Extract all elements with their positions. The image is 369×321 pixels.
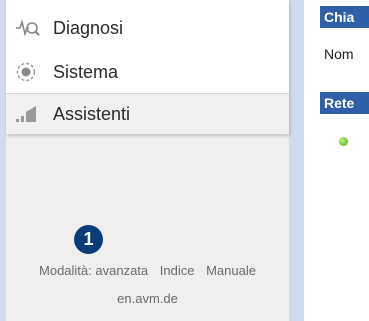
nav-panel: Diagnosi Sistema Assistenti bbox=[6, 0, 289, 134]
status-ok-icon bbox=[339, 137, 348, 146]
sidebar-item-sistema[interactable]: Sistema bbox=[6, 52, 289, 92]
sidebar-item-assistenti[interactable]: Assistenti bbox=[6, 93, 289, 134]
assistants-icon bbox=[14, 102, 40, 126]
section-text: Nom bbox=[324, 46, 354, 62]
notification-badge[interactable]: 1 bbox=[74, 225, 103, 254]
sidebar-item-label: Sistema bbox=[53, 61, 119, 82]
footer-links: Modalità: avanzata Indice Manuale bbox=[6, 263, 289, 278]
sidebar-item-label: Assistenti bbox=[53, 103, 131, 124]
index-link[interactable]: Indice bbox=[160, 263, 195, 278]
diagnostics-icon bbox=[14, 16, 40, 40]
sidebar-item-diagnosi[interactable]: Diagnosi bbox=[6, 8, 289, 48]
sidebar: Diagnosi Sistema Assistenti 1 Modalità: … bbox=[6, 0, 289, 321]
main-content: Chia Nom Rete bbox=[304, 0, 369, 321]
manual-link[interactable]: Manuale bbox=[206, 263, 256, 278]
mode-link[interactable]: Modalità: avanzata bbox=[39, 263, 148, 278]
section-header-chiave: Chia bbox=[320, 6, 369, 28]
sidebar-item-label: Diagnosi bbox=[53, 17, 124, 38]
domain-link[interactable]: en.avm.de bbox=[6, 291, 289, 306]
section-header-rete: Rete bbox=[320, 92, 369, 114]
system-icon bbox=[14, 60, 40, 84]
